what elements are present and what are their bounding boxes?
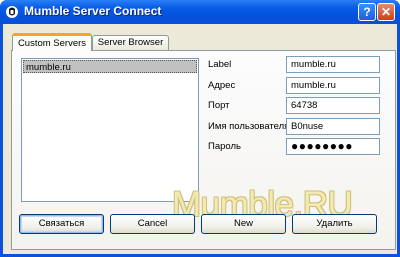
title-bar[interactable]: Mumble Server Connect ? ✕ <box>0 0 400 24</box>
password-label: Пароль <box>208 141 241 152</box>
username-label: Имя пользователя <box>208 121 290 132</box>
username-field[interactable] <box>286 118 380 135</box>
list-item[interactable]: mumble.ru <box>23 60 197 73</box>
address-label: Адрес <box>208 80 236 91</box>
dialog-client-area: Custom Servers Server Browser mumble.ru … <box>3 24 397 254</box>
address-field[interactable] <box>286 77 380 94</box>
dialog-window: Mumble Server Connect ? ✕ Custom Servers… <box>0 0 400 257</box>
port-field[interactable] <box>286 97 380 114</box>
server-list[interactable]: mumble.ru <box>21 58 199 202</box>
port-label: Порт <box>208 100 230 111</box>
delete-button[interactable]: Удалить <box>292 214 377 234</box>
mumble-app-icon <box>6 6 18 18</box>
tab-server-browser[interactable]: Server Browser <box>92 35 169 50</box>
label-label: Label <box>208 59 232 70</box>
cancel-button[interactable]: Cancel <box>110 214 195 234</box>
password-field[interactable]: ●●●●●●●● <box>286 138 380 155</box>
tab-custom-servers[interactable]: Custom Servers <box>12 33 92 51</box>
label-field[interactable] <box>286 56 380 73</box>
close-button[interactable]: ✕ <box>377 3 395 21</box>
window-title: Mumble Server Connect <box>24 4 162 18</box>
help-button[interactable]: ? <box>358 3 376 21</box>
connect-button[interactable]: Связаться <box>19 214 104 234</box>
new-button[interactable]: New <box>201 214 286 234</box>
